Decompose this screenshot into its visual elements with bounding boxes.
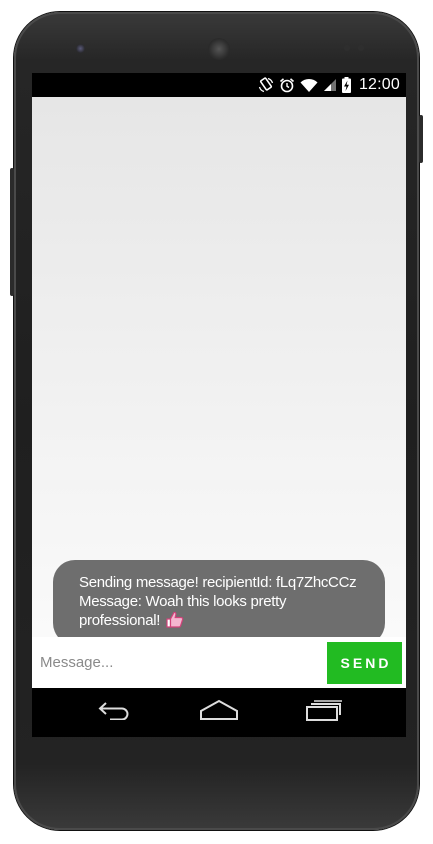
message-input[interactable]	[40, 646, 320, 678]
proximity-sensors	[344, 45, 368, 51]
message-composer: SEND	[32, 637, 406, 688]
volume-button[interactable]	[10, 168, 14, 296]
status-time: 12:00	[358, 76, 400, 93]
thumbs-up-icon	[166, 611, 184, 633]
toast-line-2: Message: Woah this looks pretty	[79, 593, 287, 610]
status-bar: 12:00	[32, 73, 406, 97]
front-camera	[76, 44, 85, 53]
back-icon	[98, 700, 132, 725]
phone-screen: 12:00 Sending message! recipientId: fLq7…	[32, 73, 406, 737]
send-button[interactable]: SEND	[327, 642, 402, 684]
signal-icon	[323, 78, 337, 92]
alarm-icon	[279, 77, 295, 93]
back-button[interactable]	[85, 688, 145, 737]
home-button[interactable]	[189, 688, 249, 737]
home-icon	[199, 699, 239, 726]
toast-line-3: professional!	[79, 612, 161, 629]
toast-line-1: Sending message! recipientId: fLq7ZhcCCz	[79, 574, 357, 591]
status-icons: 12:00	[258, 73, 400, 97]
toast-message: Sending message! recipientId: fLq7ZhcCCz…	[53, 560, 385, 645]
recents-button[interactable]	[294, 688, 354, 737]
toast-line-3-wrap: professional!	[79, 611, 365, 633]
recents-icon	[305, 699, 343, 726]
app-content: Sending message! recipientId: fLq7ZhcCCz…	[32, 97, 406, 645]
battery-charging-icon	[341, 77, 351, 93]
earpiece-speaker	[208, 38, 230, 60]
power-button[interactable]	[419, 115, 423, 163]
rotate-icon	[258, 77, 274, 93]
wifi-icon	[300, 78, 318, 93]
navigation-bar	[32, 688, 406, 737]
